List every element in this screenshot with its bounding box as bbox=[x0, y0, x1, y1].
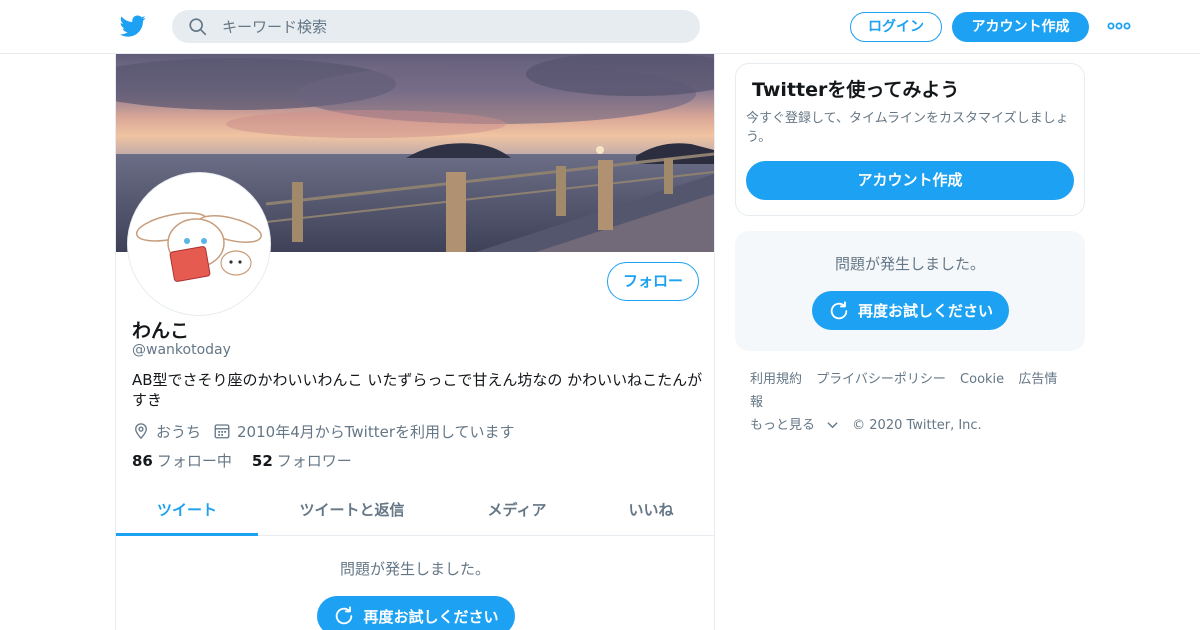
footer-link-privacy[interactable]: プライバシーポリシー bbox=[816, 372, 946, 387]
profile-joined-date: 2010年4月からTwitterを利用しています bbox=[237, 422, 515, 441]
profile-avatar[interactable] bbox=[128, 173, 270, 315]
following-label: フォロー中 bbox=[156, 452, 232, 470]
timeline-error-message: 問題が発生しました。 bbox=[339, 560, 490, 578]
search-input[interactable] bbox=[222, 10, 682, 43]
signup-card-button[interactable]: アカウント作成 bbox=[746, 161, 1074, 200]
following-count: 86 bbox=[132, 452, 153, 470]
profile-handle[interactable]: @wankotoday bbox=[132, 342, 231, 358]
sidebar-error-card: 問題が発生しました。 再度お試しください bbox=[735, 231, 1085, 351]
followers-count: 52 bbox=[251, 452, 273, 470]
signup-prompt-card: Twitterを使ってみよう 今すぐ登録して、タイムラインをカスタマイズしましょ… bbox=[735, 63, 1085, 216]
profile-display-name: わんこ bbox=[132, 320, 190, 342]
following-stat[interactable]: 86 フォロー中 bbox=[132, 450, 232, 471]
sidebar-retry-button[interactable]: 再度お試しください bbox=[812, 291, 1009, 330]
sidebar-error-message: 問題が発生しました。 bbox=[834, 255, 985, 273]
tab-tweets[interactable]: ツイート bbox=[116, 490, 258, 536]
login-button[interactable]: ログイン bbox=[850, 12, 942, 42]
profile-meta: おうち 2010年4月からTwitterを利用しています bbox=[132, 420, 515, 442]
profile-stats: 86 フォロー中 52 フォロワー bbox=[132, 450, 372, 471]
signup-button[interactable]: アカウント作成 bbox=[952, 12, 1089, 42]
location-pin-icon bbox=[135, 423, 147, 440]
more-dots-icon[interactable] bbox=[1107, 18, 1131, 34]
followers-stat[interactable]: 52 フォロワー bbox=[252, 450, 352, 471]
chevron-down-icon bbox=[827, 422, 838, 429]
profile-column: フォロー わんこ @wankotoday AB型でさそり座のかわいいわんこ いた… bbox=[115, 54, 715, 630]
signup-card-description: 今すぐ登録して、タイムラインをカスタマイズしましょう。 bbox=[746, 111, 1069, 145]
footer-links: 利用規約 プライバシーポリシー Cookie 広告情報 もっと見る © 2020… bbox=[750, 368, 1080, 437]
profile-location: おうち bbox=[156, 422, 202, 441]
profile-tabs: ツイート ツイートと返信 メディア いいね bbox=[116, 490, 714, 536]
tab-tweets-and-replies[interactable]: ツイートと返信 bbox=[258, 490, 446, 536]
tab-media[interactable]: メディア bbox=[446, 490, 588, 536]
footer-link-cookie[interactable]: Cookie bbox=[960, 372, 1004, 387]
twitter-bird-icon[interactable] bbox=[119, 13, 147, 39]
top-navigation-bar: ログイン アカウント作成 bbox=[0, 0, 1200, 54]
followers-label: フォロワー bbox=[276, 452, 352, 470]
sidebar-retry-label: 再度お試しください bbox=[857, 302, 993, 320]
timeline-retry-label: 再度お試しください bbox=[363, 607, 499, 626]
signup-card-title: Twitterを使ってみよう bbox=[752, 79, 960, 101]
follow-button[interactable]: フォロー bbox=[607, 262, 699, 301]
search-icon bbox=[189, 18, 207, 36]
footer-more-label: もっと見る bbox=[750, 418, 816, 433]
search-box[interactable] bbox=[172, 10, 700, 43]
footer-more-link[interactable]: もっと見る bbox=[750, 418, 838, 433]
refresh-icon bbox=[336, 606, 353, 625]
refresh-icon bbox=[830, 300, 848, 319]
profile-bio: AB型でさそり座のかわいいわんこ いたずらっこで甘えん坊なの かわいいねこたんが… bbox=[132, 371, 703, 409]
footer-copyright: © 2020 Twitter, Inc. bbox=[852, 418, 982, 433]
calendar-icon bbox=[214, 424, 230, 439]
timeline-retry-button[interactable]: 再度お試しください bbox=[317, 596, 515, 630]
tab-likes[interactable]: いいね bbox=[588, 490, 714, 536]
footer-link-terms[interactable]: 利用規約 bbox=[750, 372, 802, 387]
